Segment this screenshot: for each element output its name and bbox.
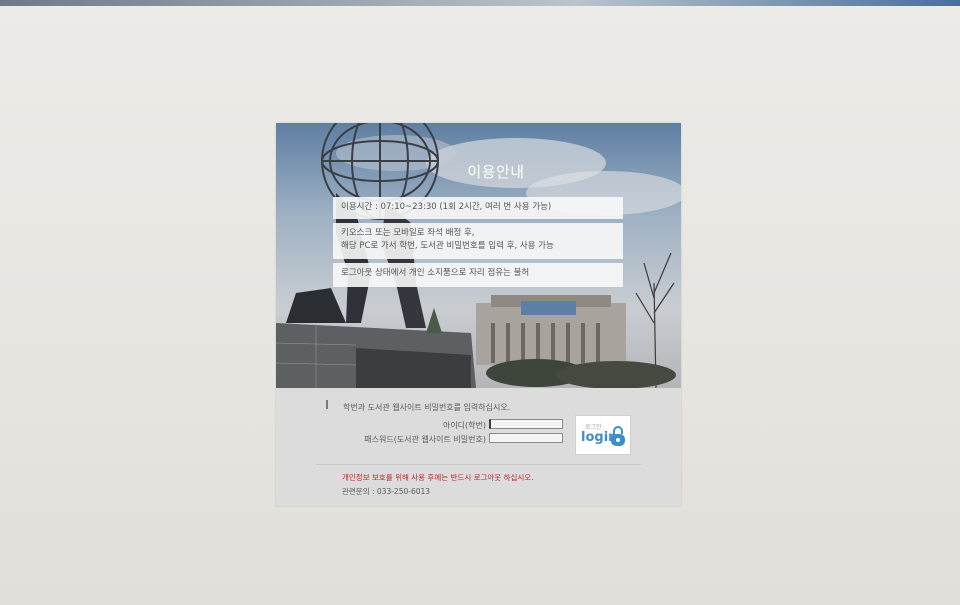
hours-text: 이용시간 : 07:10~23:30 (1회 2시간, 여러 번 사용 가능) [341,202,552,212]
login-button[interactable]: 로그인 login [575,415,631,455]
lock-icon [611,426,625,446]
usage-text-line2: 해당 PC로 가서 학번, 도서관 비밀번호를 입력 후, 사용 가능 [341,241,554,251]
library-login-panel: 이용안내 이용시간 : 07:10~23:30 (1회 2시간, 여러 번 사용… [276,123,681,506]
password-input[interactable] [489,433,563,443]
exclamation-icon [326,400,328,409]
id-label: 아이디(학번) [442,421,486,430]
campus-photo-banner: 이용안내 이용시간 : 07:10~23:30 (1회 2시간, 여러 번 사용… [276,123,681,388]
hours-info-box: 이용시간 : 07:10~23:30 (1회 2시간, 여러 번 사용 가능) [333,197,623,219]
privacy-warning: 개인정보 보호를 위해 사용 후에는 반드시 로그아웃 하십시오. [342,473,534,482]
seat-warning-box: 로그아웃 상태에서 개인 소지품으로 자리 점유는 불허 [333,263,623,287]
notice-title: 이용안내 [467,163,525,181]
divider [316,464,641,465]
login-form-area: 학번과 도서관 웹사이트 비밀번호를 입력하십시오. 아이디(학번) 패스워드(… [276,388,681,506]
password-label: 패스워드(도서관 웹사이트 비밀번호) [364,435,486,444]
usage-text-line1: 키오스크 또는 모바일로 좌석 배정 후, [341,228,475,238]
contact-info: 관련문의 : 033-250-6013 [342,487,431,496]
login-instruction: 학번과 도서관 웹사이트 비밀번호를 입력하십시오. [343,403,511,412]
id-input[interactable] [489,419,563,429]
seat-warning-text: 로그아웃 상태에서 개인 소지품으로 자리 점유는 불허 [341,268,530,278]
usage-info-box: 키오스크 또는 모바일로 좌석 배정 후, 해당 PC로 가서 학번, 도서관 … [333,223,623,259]
